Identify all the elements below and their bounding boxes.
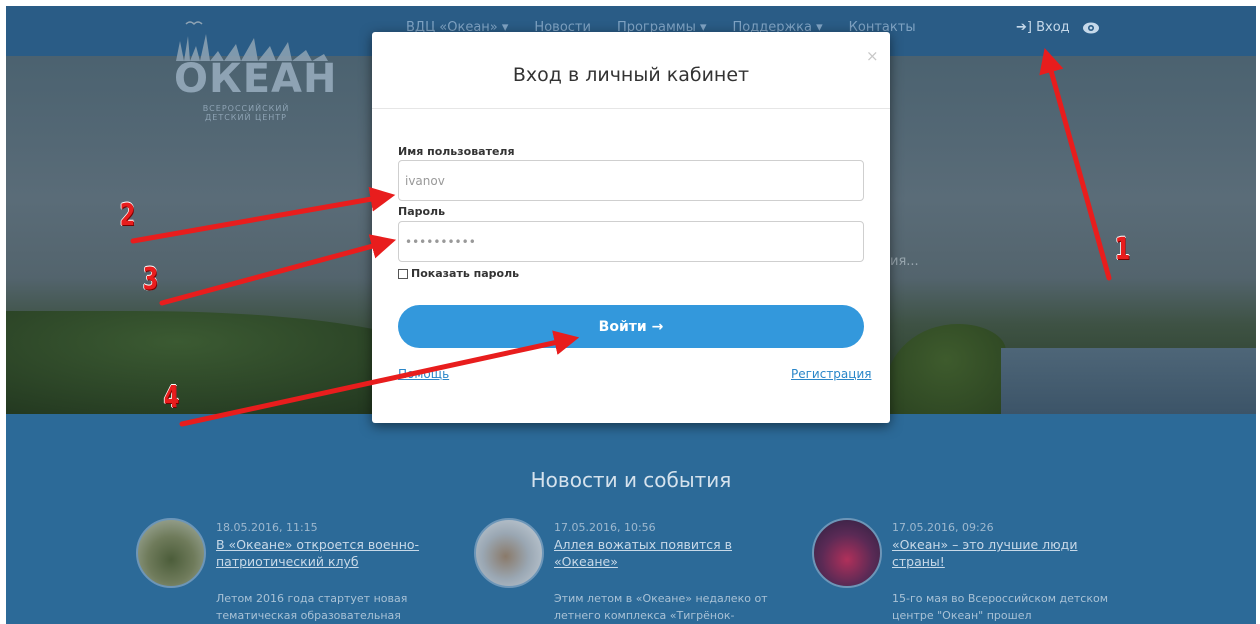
- register-link[interactable]: Регистрация: [791, 367, 871, 381]
- annotation-number-2: 2: [119, 198, 136, 233]
- news-item[interactable]: 18.05.2016, 11:15 В «Океане» откроется в…: [136, 518, 436, 624]
- login-submit-button[interactable]: Войти →: [398, 305, 864, 348]
- news-thumbnail[interactable]: [812, 518, 882, 588]
- password-input[interactable]: [398, 221, 864, 262]
- annotation-number-4: 4: [163, 380, 180, 415]
- show-password-label: Показать пароль: [411, 267, 520, 280]
- login-icon: ➔]: [1016, 20, 1032, 35]
- show-password-checkbox[interactable]: Показать пароль: [398, 267, 519, 280]
- username-label: Имя пользователя: [398, 145, 515, 158]
- news-excerpt: 15-го мая во Всероссийском детском центр…: [892, 592, 1109, 622]
- news-date: 17.05.2016, 10:56: [554, 521, 656, 534]
- news-excerpt: Летом 2016 года стартует новая тематичес…: [216, 592, 408, 622]
- news-item[interactable]: 17.05.2016, 09:26 «Океан» – это лучшие л…: [812, 518, 1112, 624]
- modal-divider: [372, 108, 890, 109]
- news-date: 17.05.2016, 09:26: [892, 521, 994, 534]
- site-logo[interactable]: ОКЕАН ВСЕРОССИЙСКИЙ ДЕТСКИЙ ЦЕНТР: [166, 16, 336, 126]
- login-link-label: Вход: [1036, 20, 1070, 35]
- username-input[interactable]: [398, 160, 864, 201]
- news-date: 18.05.2016, 11:15: [216, 521, 318, 534]
- news-excerpt: Этим летом в «Океане» недалеко от летнег…: [554, 592, 768, 622]
- news-headline-link[interactable]: В «Океане» откроется военно-патриотическ…: [216, 536, 436, 570]
- close-icon[interactable]: ×: [866, 47, 879, 65]
- checkbox-icon[interactable]: [398, 268, 408, 279]
- login-link[interactable]: ➔] Вход: [1016, 20, 1070, 35]
- help-link[interactable]: Помощь: [398, 367, 449, 381]
- news-headline-link[interactable]: Аллея вожатых появится в «Океане»: [554, 536, 774, 570]
- eye-icon[interactable]: [1082, 21, 1100, 35]
- news-item[interactable]: 17.05.2016, 10:56 Аллея вожатых появится…: [474, 518, 774, 624]
- hero-hill-right: [886, 324, 1006, 414]
- logo-subtitle: ВСЕРОССИЙСКИЙ ДЕТСКИЙ ЦЕНТР: [202, 104, 290, 122]
- page: ОКЕАН ВСЕРОССИЙСКИЙ ДЕТСКИЙ ЦЕНТР ВДЦ «О…: [6, 6, 1256, 624]
- news-thumbnail[interactable]: [474, 518, 544, 588]
- password-label: Пароль: [398, 205, 446, 218]
- modal-title: Вход в личный кабинет: [512, 64, 750, 86]
- login-modal: Вход в личный кабинет × Имя пользователя…: [372, 32, 890, 423]
- hero-sea: [1001, 348, 1256, 414]
- hero-caption: ия...: [890, 254, 919, 269]
- news-thumbnail[interactable]: [136, 518, 206, 588]
- logo-word: ОКЕАН: [174, 56, 338, 102]
- annotation-number-3: 3: [142, 262, 159, 297]
- annotation-number-1: 1: [1114, 232, 1131, 267]
- news-headline-link[interactable]: «Океан» – это лучшие люди страны!: [892, 536, 1112, 570]
- news-section-title: Новости и события: [530, 468, 732, 492]
